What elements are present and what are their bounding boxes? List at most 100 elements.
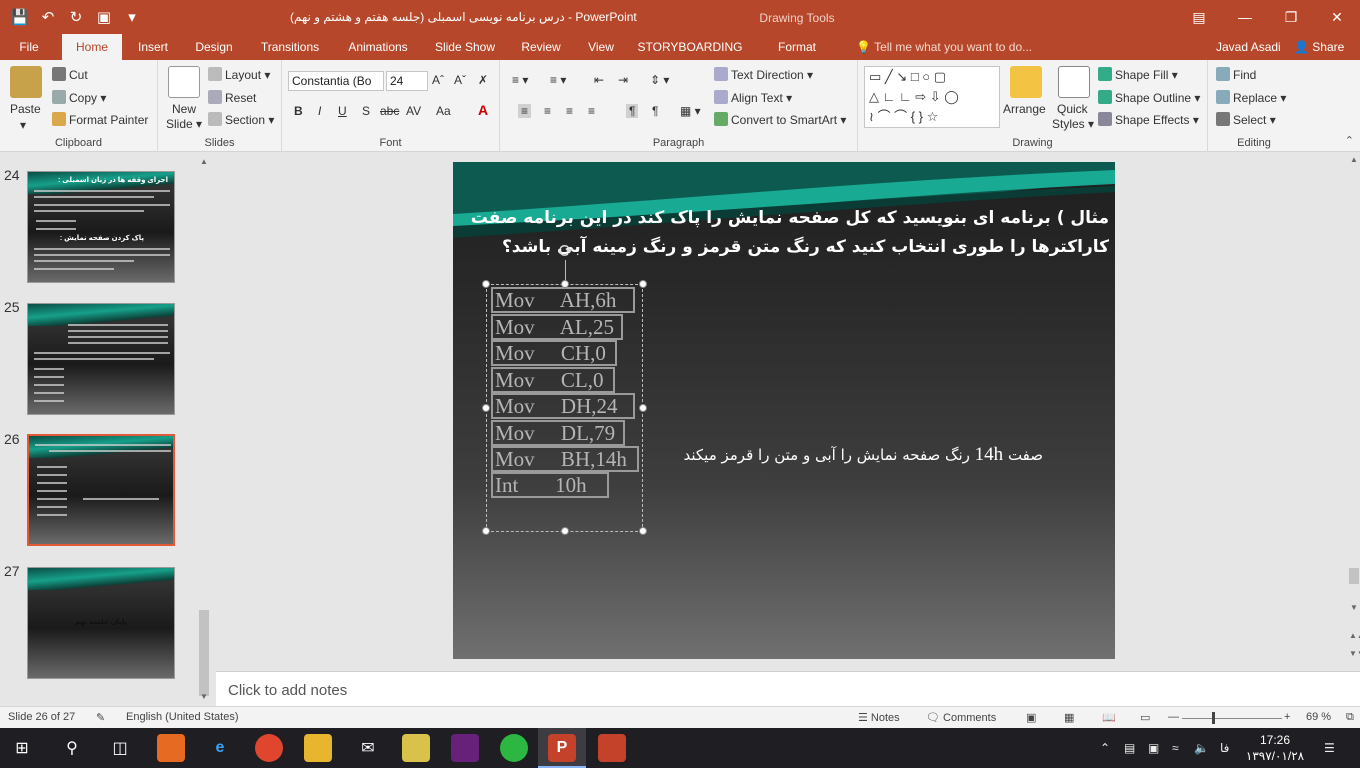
clear-formatting-icon[interactable]: ✗ bbox=[478, 73, 488, 87]
tell-me-search[interactable]: 💡 Tell me what you want to do... bbox=[856, 34, 1032, 60]
copy-button[interactable]: Copy ▾ bbox=[52, 90, 106, 105]
scroll-up-icon[interactable]: ▲ bbox=[200, 157, 208, 166]
notes-pane[interactable]: Click to add notes bbox=[216, 671, 1360, 706]
collapse-ribbon-icon[interactable]: ⌃ bbox=[1345, 134, 1354, 147]
resize-handle[interactable] bbox=[639, 280, 647, 288]
section-button[interactable]: Section ▾ bbox=[208, 112, 274, 127]
resize-handle[interactable] bbox=[482, 527, 490, 535]
align-center-icon[interactable]: ≡ bbox=[544, 104, 551, 118]
tab-transitions[interactable]: Transitions bbox=[252, 34, 328, 60]
user-name[interactable]: Javad Asadi bbox=[1216, 34, 1281, 60]
italic-button[interactable]: I bbox=[318, 104, 321, 118]
tab-design[interactable]: Design bbox=[188, 34, 240, 60]
tab-storyboarding[interactable]: STORYBOARDING bbox=[636, 34, 744, 60]
bold-button[interactable]: B bbox=[294, 104, 303, 118]
comments-button[interactable]: 🗨 Comments bbox=[926, 711, 996, 724]
fit-slide-icon[interactable]: ⧉ bbox=[1346, 711, 1354, 724]
language-indicator[interactable]: English (United States) bbox=[126, 711, 239, 723]
slideshow-app-icon[interactable] bbox=[598, 734, 626, 762]
text-direction-button[interactable]: Text Direction ▾ bbox=[714, 67, 813, 82]
firefox-icon[interactable] bbox=[157, 734, 185, 762]
windows-start-icon[interactable]: ⊞ bbox=[8, 734, 36, 762]
quick-styles-label-1[interactable]: Quick bbox=[1057, 102, 1088, 116]
tab-insert[interactable]: Insert bbox=[128, 34, 178, 60]
align-right-icon[interactable]: ≡ bbox=[566, 104, 573, 118]
previous-slide-icon[interactable]: ▲▲ bbox=[1349, 631, 1360, 640]
notifications-icon[interactable]: ☰ bbox=[1324, 728, 1335, 768]
new-slide-label-2[interactable]: Slide ▾ bbox=[166, 117, 202, 131]
slide-explanation-text[interactable]: صفت 14h رنگ صفحه نمایش را آبی و متن را ق… bbox=[683, 444, 1043, 466]
quick-styles-label-2[interactable]: Styles ▾ bbox=[1052, 117, 1094, 131]
columns-icon[interactable]: ▦ ▾ bbox=[680, 104, 701, 118]
ribbon-display-options-icon[interactable]: ▤ bbox=[1176, 0, 1222, 34]
slideshow-view-icon[interactable]: ▭ bbox=[1140, 711, 1150, 724]
notes-toggle-button[interactable]: ☰ Notes bbox=[858, 711, 900, 724]
resize-handle[interactable] bbox=[639, 527, 647, 535]
file-explorer-icon[interactable] bbox=[304, 734, 332, 762]
scrollbar-thumb[interactable] bbox=[199, 610, 209, 696]
slide-sorter-icon[interactable]: ▦ bbox=[1064, 711, 1074, 724]
whatsapp-icon[interactable] bbox=[500, 734, 528, 762]
character-spacing-button[interactable]: AV bbox=[406, 104, 421, 118]
new-slide-label-1[interactable]: New bbox=[172, 102, 196, 116]
battery-icon[interactable]: ▣ bbox=[1148, 728, 1159, 768]
line-spacing-icon[interactable]: ⇕ ▾ bbox=[650, 73, 669, 87]
redo-icon[interactable]: ↻ bbox=[64, 5, 88, 29]
wifi-icon[interactable]: ≈ bbox=[1172, 728, 1179, 768]
rtl-direction-icon[interactable]: ¶ bbox=[652, 104, 658, 118]
font-size-combo[interactable]: 24 bbox=[386, 71, 428, 91]
arrange-button[interactable]: Arrange bbox=[1003, 102, 1046, 116]
scroll-down-icon[interactable]: ▼ bbox=[1350, 603, 1358, 612]
shape-fill-button[interactable]: Shape Fill ▾ bbox=[1098, 67, 1178, 82]
reading-view-icon[interactable]: 📖 bbox=[1102, 711, 1116, 724]
select-button[interactable]: Select ▾ bbox=[1216, 112, 1276, 127]
shape-effects-button[interactable]: Shape Effects ▾ bbox=[1098, 112, 1199, 127]
tab-slide-show[interactable]: Slide Show bbox=[430, 34, 500, 60]
ltr-direction-icon[interactable]: ¶ bbox=[626, 104, 639, 118]
paste-dropdown-icon[interactable]: ▾ bbox=[20, 118, 26, 132]
archive-tool-icon[interactable] bbox=[402, 734, 430, 762]
tray-chevron-icon[interactable]: ⌃ bbox=[1100, 728, 1110, 768]
tab-animations[interactable]: Animations bbox=[340, 34, 416, 60]
tab-home[interactable]: Home bbox=[62, 34, 122, 60]
tab-view[interactable]: View bbox=[580, 34, 622, 60]
minimize-button[interactable]: — bbox=[1222, 0, 1268, 34]
tab-format[interactable]: Format bbox=[764, 34, 830, 60]
font-color-button[interactable]: A bbox=[478, 102, 488, 118]
slide-thumbnail-27[interactable]: پایان جلسه نهم bbox=[27, 567, 175, 679]
slide-thumbnail-26[interactable] bbox=[27, 434, 175, 546]
align-text-button[interactable]: Align Text ▾ bbox=[714, 90, 792, 105]
change-case-button[interactable]: Aa bbox=[436, 104, 451, 118]
resize-handle[interactable] bbox=[482, 280, 490, 288]
shadow-button[interactable]: S bbox=[362, 104, 370, 118]
thumbnails-scrollbar[interactable]: ▲ ▼ bbox=[197, 155, 211, 703]
next-slide-icon[interactable]: ▼▼ bbox=[1349, 649, 1360, 658]
replace-button[interactable]: Replace ▾ bbox=[1216, 90, 1286, 105]
zoom-slider-thumb[interactable] bbox=[1212, 712, 1215, 724]
zoom-in-icon[interactable]: + bbox=[1284, 711, 1290, 723]
underline-button[interactable]: U bbox=[338, 104, 347, 118]
scroll-up-icon[interactable]: ▲ bbox=[1350, 155, 1358, 164]
reset-button[interactable]: Reset bbox=[208, 90, 256, 105]
numbering-icon[interactable]: ≡ ▾ bbox=[550, 73, 566, 87]
strikethrough-button[interactable]: abc bbox=[380, 104, 399, 118]
decrease-indent-icon[interactable]: ⇤ bbox=[594, 73, 604, 87]
layout-button[interactable]: Layout ▾ bbox=[208, 67, 270, 82]
close-button[interactable]: ✕ bbox=[1314, 0, 1360, 34]
convert-smartart-button[interactable]: Convert to SmartArt ▾ bbox=[714, 112, 846, 127]
resize-handle[interactable] bbox=[482, 404, 490, 412]
chrome-icon[interactable] bbox=[255, 734, 283, 762]
input-language[interactable]: فا bbox=[1220, 728, 1229, 768]
zoom-level[interactable]: 69 % bbox=[1306, 711, 1331, 723]
cut-button[interactable]: Cut bbox=[52, 67, 88, 82]
task-view-icon[interactable]: ◫ bbox=[106, 734, 134, 762]
network-icon[interactable]: ▤ bbox=[1124, 728, 1135, 768]
slide-thumbnail-25[interactable] bbox=[27, 303, 175, 415]
shrink-font-icon[interactable]: Aˇ bbox=[454, 73, 466, 87]
scroll-down-icon[interactable]: ▼ bbox=[200, 692, 208, 701]
paste-icon[interactable] bbox=[10, 66, 42, 98]
resize-handle[interactable] bbox=[561, 280, 569, 288]
align-left-icon[interactable]: ≡ bbox=[518, 104, 532, 118]
resize-handle[interactable] bbox=[639, 404, 647, 412]
restore-button[interactable]: ❐ bbox=[1268, 0, 1314, 34]
